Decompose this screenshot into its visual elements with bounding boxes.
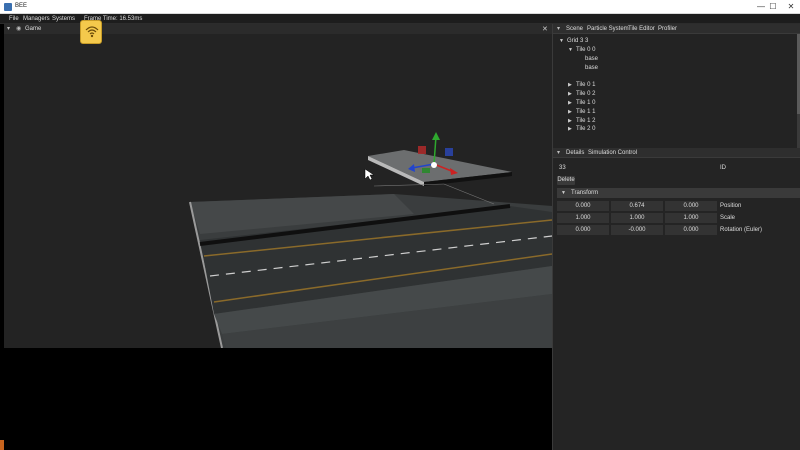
- scale-row: 1.000 1.000 1.000 Scale: [557, 213, 800, 223]
- entity-id-value: 33: [559, 165, 566, 171]
- position-x-field[interactable]: 0.000: [557, 201, 609, 211]
- tab-particle-system[interactable]: Particle System: [587, 26, 629, 32]
- tree-item-tile-1-0[interactable]: ▶ Tile 1 0: [568, 100, 595, 106]
- tab-simulation-control[interactable]: Simulation Control: [588, 150, 637, 156]
- details-panel: 33 ID Delete ▼ Transform 0.000 0.674 0.0…: [553, 158, 800, 450]
- close-window-button[interactable]: ✕: [780, 0, 800, 14]
- tree-item-label: base: [585, 56, 599, 62]
- tab-tile-editor[interactable]: Tile Editor: [628, 26, 655, 32]
- game-panel-title: Game: [25, 26, 42, 32]
- taskbar-corner-accent: [0, 440, 4, 450]
- entity-id-label: ID: [720, 165, 726, 171]
- scale-x-field[interactable]: 1.000: [557, 213, 609, 223]
- game-viewport[interactable]: [4, 34, 552, 348]
- right-dock: ▾ Scene Particle System Tile Editor Prof…: [552, 24, 800, 450]
- tree-item-base[interactable]: base: [577, 65, 598, 71]
- eye-icon: ◉: [16, 26, 22, 32]
- chevron-down-icon[interactable]: ▼: [561, 190, 566, 196]
- tree-item-tile-2-0[interactable]: ▶ Tile 2 0: [568, 126, 595, 132]
- position-row: 0.000 0.674 0.000 Position: [557, 201, 800, 211]
- chevron-right-icon[interactable]: ▶: [568, 82, 576, 88]
- chevron-down-icon[interactable]: ▼: [568, 47, 576, 53]
- window-title: BEE: [15, 3, 28, 9]
- menu-managers[interactable]: Managers: [23, 16, 50, 22]
- delete-button[interactable]: Delete: [557, 176, 575, 185]
- position-label: Position: [720, 203, 742, 209]
- chevron-right-icon[interactable]: ▶: [568, 91, 576, 97]
- position-z-field[interactable]: 0.000: [665, 201, 717, 211]
- chevron-right-icon[interactable]: ▶: [568, 126, 576, 132]
- game-panel[interactable]: ▾ ◉ Game ✕: [4, 24, 552, 348]
- tree-item-label: Tile 2 0: [576, 126, 596, 132]
- app-icon: [4, 3, 12, 11]
- rotation-y-field[interactable]: -0.000: [611, 225, 663, 235]
- chevron-right-icon[interactable]: ▶: [568, 100, 576, 106]
- pin-icon[interactable]: ▾: [557, 25, 560, 32]
- game-panel-close-button[interactable]: ✕: [542, 25, 548, 33]
- tree-item-label: Tile 1 0: [576, 100, 596, 106]
- tree-item-label: Tile 0 2: [576, 91, 596, 97]
- transform-label: Transform: [571, 190, 599, 196]
- tree-item-grid[interactable]: ▼ Grid 3 3: [559, 38, 588, 44]
- tab-profiler[interactable]: Profiler: [658, 26, 677, 32]
- position-y-field[interactable]: 0.674: [611, 201, 663, 211]
- chevron-right-icon[interactable]: ▶: [568, 109, 576, 115]
- details-tabbar: ▾ Details Simulation Control: [553, 148, 800, 158]
- tree-item-tile-0-0[interactable]: ▼ Tile 0 0: [568, 47, 595, 53]
- pin-icon[interactable]: ▾: [557, 149, 560, 156]
- tree-item-base[interactable]: base: [577, 56, 598, 62]
- chevron-right-icon[interactable]: ▶: [568, 118, 576, 124]
- rotation-z-field[interactable]: 0.000: [665, 225, 717, 235]
- tree-item-label: Grid 3 3: [567, 38, 589, 44]
- window-titlebar: BEE — ☐ ✕: [0, 0, 800, 14]
- rotation-label: Rotation (Euler): [720, 227, 763, 233]
- tree-item-label: Tile 1 1: [576, 109, 596, 115]
- menu-file[interactable]: File: [9, 16, 19, 22]
- tab-scene[interactable]: Scene: [566, 26, 583, 32]
- scale-y-field[interactable]: 1.000: [611, 213, 663, 223]
- transform-header[interactable]: ▼ Transform: [557, 188, 800, 198]
- scale-z-field[interactable]: 1.000: [665, 213, 717, 223]
- menu-bar: File Managers Systems Frame Time: 16.53m…: [0, 14, 800, 24]
- tab-details[interactable]: Details: [566, 150, 584, 156]
- tree-item-tile-1-2[interactable]: ▶ Tile 1 2: [568, 118, 595, 124]
- pin-icon[interactable]: ▾: [7, 25, 10, 32]
- wifi-signal-icon[interactable]: [80, 20, 102, 44]
- scene-tabbar: ▾ Scene Particle System Tile Editor Prof…: [553, 24, 800, 34]
- tree-item-label: base: [585, 65, 599, 71]
- scene-tree: ▼ Grid 3 3 ▼ Tile 0 0 base base ▶ Tile 0 1 …: [553, 34, 797, 148]
- rotation-x-field[interactable]: 0.000: [557, 225, 609, 235]
- tree-item-label: Tile 1 2: [576, 118, 596, 124]
- tree-item-tile-1-1[interactable]: ▶ Tile 1 1: [568, 109, 595, 115]
- chevron-down-icon[interactable]: ▼: [559, 38, 567, 44]
- rotation-row: 0.000 -0.000 0.000 Rotation (Euler): [557, 225, 800, 235]
- tree-item-tile-0-2[interactable]: ▶ Tile 0 2: [568, 91, 595, 97]
- scale-label: Scale: [720, 215, 736, 221]
- tree-item-label: Tile 0 0: [576, 47, 596, 53]
- tree-item-label: Tile 0 1: [576, 82, 596, 88]
- viewport-empty-area: [4, 348, 552, 450]
- tree-item-tile-0-1[interactable]: ▶ Tile 0 1: [568, 82, 595, 88]
- menu-systems[interactable]: Systems: [52, 16, 75, 22]
